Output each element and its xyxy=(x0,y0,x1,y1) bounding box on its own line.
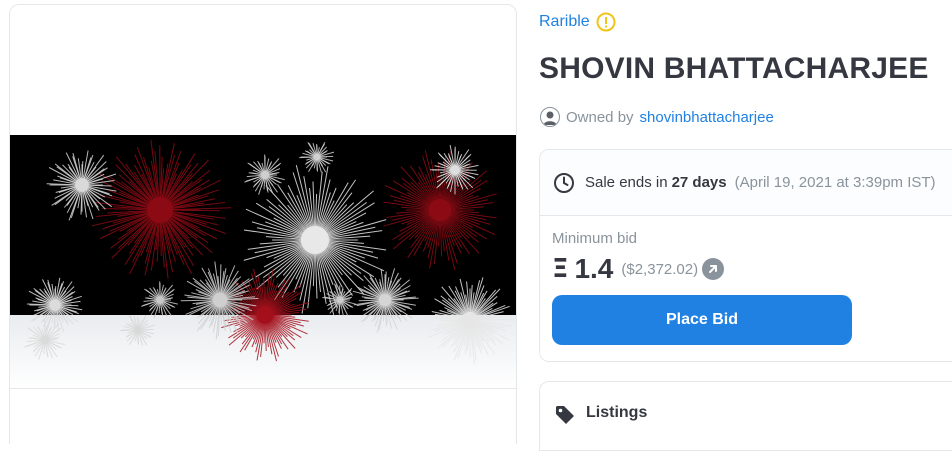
clock-icon xyxy=(553,172,575,194)
image-card-divider xyxy=(10,388,516,389)
listings-label: Listings xyxy=(586,404,647,422)
bid-amount: 1.4 xyxy=(574,253,613,285)
item-title: SHOVIN BHATTACHARJEE xyxy=(539,52,929,86)
minimum-bid-label: Minimum bid xyxy=(552,230,952,247)
nft-artwork[interactable] xyxy=(10,135,517,389)
bid-usd-value: ($2,372.02) xyxy=(621,261,698,278)
owner-avatar[interactable] xyxy=(540,107,560,127)
trade-box: Sale ends in 27 days (April 19, 2021 at … xyxy=(539,149,952,362)
tag-icon xyxy=(554,404,576,426)
collection-link[interactable]: Rarible xyxy=(539,13,590,31)
warning-circle-icon[interactable] xyxy=(596,12,616,32)
sale-remaining: 27 days xyxy=(672,174,727,191)
eth-icon: Ξ xyxy=(552,254,568,284)
nft-image-card xyxy=(9,4,517,444)
collection-row: Rarible xyxy=(539,12,616,32)
sale-ends-prefix: Sale ends in xyxy=(585,174,668,191)
arrow-up-right-icon[interactable] xyxy=(702,258,724,280)
sale-end-date: (April 19, 2021 at 3:39pm IST) xyxy=(735,174,936,191)
price-row: Ξ 1.4 ($2,372.02) xyxy=(552,253,952,285)
owner-row: Owned by shovinbhattacharjee xyxy=(540,107,774,127)
owner-link[interactable]: shovinbhattacharjee xyxy=(640,109,774,126)
place-bid-button[interactable]: Place Bid xyxy=(552,295,852,345)
owned-by-label: Owned by xyxy=(566,109,634,126)
listings-panel[interactable]: Listings xyxy=(539,381,952,451)
sale-header: Sale ends in 27 days (April 19, 2021 at … xyxy=(540,150,952,216)
avatar-icon xyxy=(541,108,559,126)
bid-section: Minimum bid Ξ 1.4 ($2,372.02) Place Bid xyxy=(540,216,952,345)
